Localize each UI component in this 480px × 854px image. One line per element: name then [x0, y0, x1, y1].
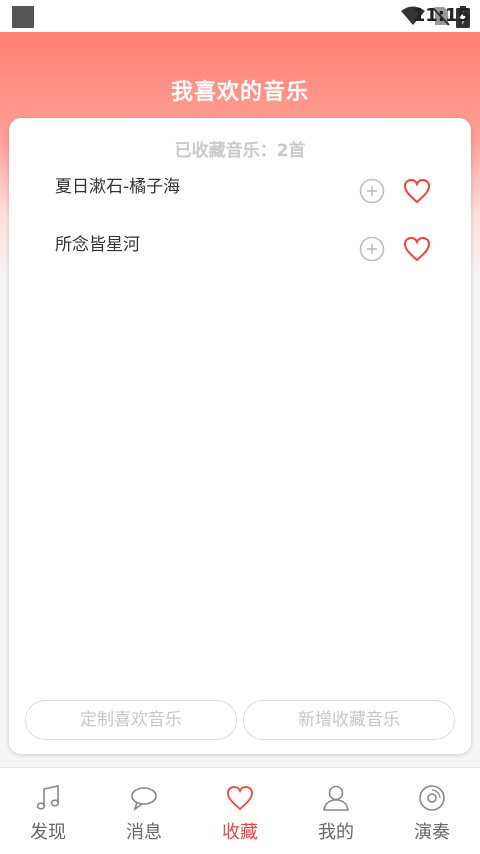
add-favorite-button[interactable]: 新增收藏音乐	[243, 700, 455, 740]
tab-profile[interactable]: 我的	[288, 768, 384, 854]
tab-label: 发现	[30, 822, 66, 843]
notification-icon	[12, 6, 34, 28]
song-row[interactable]: 夏日漱石-橘子海	[9, 172, 471, 212]
disc-icon	[419, 785, 445, 811]
music-note-icon	[36, 785, 60, 810]
tab-label: 收藏	[222, 822, 258, 843]
customize-favorites-button[interactable]: 定制喜欢音乐	[25, 700, 237, 740]
song-title[interactable]: 夏日漱石-橘子海	[55, 172, 180, 197]
tab-discover[interactable]: 发现	[0, 768, 96, 854]
bottom-tab-bar: 发现 消息 收藏 我的 演奏	[0, 767, 480, 854]
heart-icon[interactable]	[403, 178, 431, 204]
favorites-card: 已收藏音乐：2首 夏日漱石-橘子海 所念皆星河 定制喜欢音乐 新增收藏音乐	[9, 118, 471, 754]
heart-icon	[227, 786, 253, 811]
tab-label: 演奏	[414, 822, 450, 843]
tab-label: 消息	[126, 822, 162, 843]
tab-messages[interactable]: 消息	[96, 768, 192, 854]
action-buttons: 定制喜欢音乐 新增收藏音乐	[25, 700, 455, 740]
person-icon	[323, 785, 349, 811]
add-to-playlist-icon[interactable]	[359, 236, 385, 262]
heart-icon[interactable]	[403, 236, 431, 262]
tab-perform[interactable]: 演奏	[384, 768, 480, 854]
add-to-playlist-icon[interactable]	[359, 178, 385, 204]
page-title: 我喜欢的音乐	[170, 80, 309, 105]
chat-bubble-icon	[131, 787, 157, 811]
tab-label: 我的	[318, 822, 354, 843]
status-bar: 11:15	[0, 0, 480, 32]
song-row[interactable]: 所念皆星河	[9, 230, 471, 270]
song-title[interactable]: 所念皆星河	[55, 230, 140, 255]
favorites-count: 已收藏音乐：2首	[174, 141, 306, 161]
tab-favorites[interactable]: 收藏	[192, 768, 288, 854]
status-time: 11:15	[412, 5, 470, 26]
